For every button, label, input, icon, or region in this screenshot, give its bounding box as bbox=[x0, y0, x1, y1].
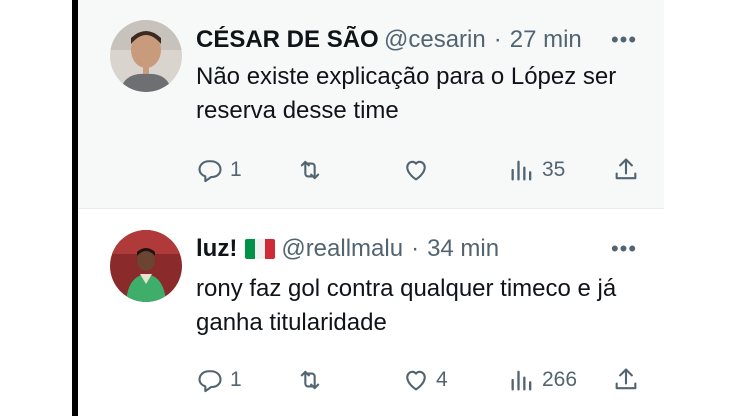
retweet-icon bbox=[300, 370, 320, 390]
author-handle[interactable]: @cesarin bbox=[384, 26, 486, 54]
heart-icon bbox=[406, 370, 426, 391]
tweet-timestamp[interactable]: 27 min bbox=[510, 26, 582, 54]
tweet-text: rony faz gol contra qualquer timeco e já… bbox=[196, 275, 617, 336]
author-name[interactable]: CÉSAR DE SÃO bbox=[196, 26, 378, 54]
author-handle[interactable]: @reallmalu bbox=[281, 235, 403, 263]
views-icon bbox=[511, 160, 532, 181]
tweet-feed: CÉSAR DE SÃO @cesarin · 27 min ••• Não e… bbox=[78, 0, 664, 416]
like-button[interactable]: 4 bbox=[402, 362, 448, 398]
views-icon bbox=[511, 370, 532, 391]
separator-dot: · bbox=[411, 235, 420, 262]
like-count: 4 bbox=[436, 368, 448, 391]
views-count: 35 bbox=[542, 158, 566, 181]
share-icon bbox=[615, 158, 637, 180]
reply-icon bbox=[198, 370, 222, 393]
avatar-cesar[interactable] bbox=[110, 20, 182, 92]
reply-count: 1 bbox=[230, 368, 242, 391]
more-options-icon[interactable]: ••• bbox=[606, 22, 642, 58]
views-count: 266 bbox=[542, 368, 578, 391]
retweet-icon bbox=[300, 160, 320, 180]
share-button[interactable] bbox=[612, 362, 640, 398]
avatar-luz[interactable] bbox=[110, 230, 182, 302]
reply-icon bbox=[198, 160, 222, 183]
retweet-button[interactable] bbox=[296, 152, 330, 188]
like-button[interactable] bbox=[402, 152, 436, 188]
italy-flag-icon bbox=[245, 239, 276, 259]
tweet-1[interactable]: CÉSAR DE SÃO @cesarin · 27 min ••• Não e… bbox=[78, 0, 664, 209]
author-name[interactable]: luz! bbox=[196, 235, 237, 263]
views-button[interactable]: 266 bbox=[508, 362, 577, 398]
tweet-timestamp[interactable]: 34 min bbox=[427, 235, 499, 263]
separator-dot: · bbox=[493, 26, 502, 53]
views-button[interactable]: 35 bbox=[508, 152, 565, 188]
reply-button[interactable]: 1 bbox=[196, 152, 242, 188]
tweet-text: Não existe explicação para o López ser r… bbox=[196, 63, 617, 124]
heart-icon bbox=[406, 160, 426, 181]
more-options-icon[interactable]: ••• bbox=[606, 231, 642, 267]
tweet-actions: 1 35 bbox=[196, 152, 646, 188]
retweet-button[interactable] bbox=[296, 362, 330, 398]
tweet-actions: 1 4 266 bbox=[196, 362, 646, 398]
tweet-header: luz! @reallmalu · 34 min bbox=[196, 231, 499, 267]
reply-button[interactable]: 1 bbox=[196, 362, 242, 398]
tweet-header: CÉSAR DE SÃO @cesarin · 27 min bbox=[196, 22, 582, 58]
share-button[interactable] bbox=[612, 152, 640, 188]
reply-count: 1 bbox=[230, 158, 242, 181]
right-margin bbox=[664, 0, 740, 416]
share-icon bbox=[615, 368, 637, 390]
